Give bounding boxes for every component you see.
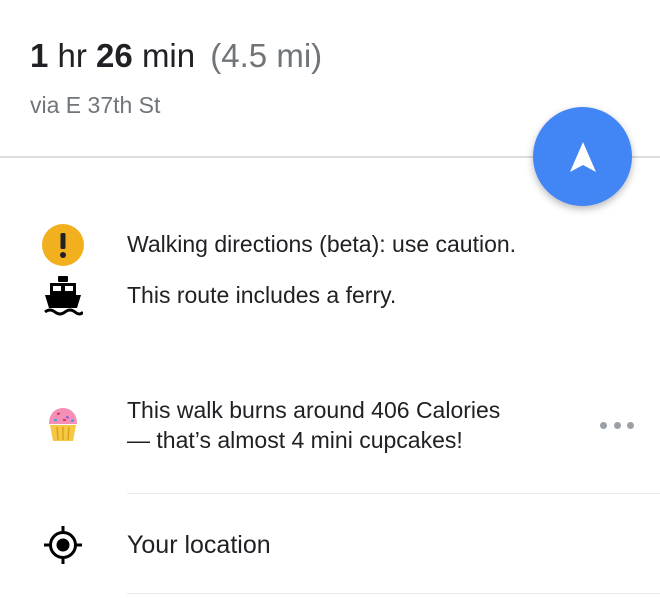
trip-distance: (4.5 mi) — [210, 37, 323, 74]
duration-hours-unit: hr — [57, 37, 87, 74]
step-divider — [127, 493, 660, 494]
calorie-notice: This walk burns around 406 Calories — th… — [0, 393, 660, 459]
calorie-line-2: — that’s almost 4 mini cupcakes! — [127, 427, 463, 453]
navigation-arrow-icon — [569, 141, 596, 172]
start-navigation-button[interactable] — [533, 107, 632, 206]
your-location-label: Your location — [127, 531, 271, 559]
caution-notice: Walking directions (beta): use caution. — [0, 222, 660, 268]
trip-summary: 1 hr 26 min (4.5 mi) — [30, 34, 322, 78]
more-dot — [613, 421, 621, 429]
step-your-location[interactable]: Your location — [0, 521, 660, 569]
duration-hours: 1 — [30, 37, 49, 74]
step-divider — [127, 593, 660, 594]
more-options-button[interactable] — [600, 417, 634, 433]
caution-text: Walking directions (beta): use caution. — [127, 231, 517, 257]
ferry-text: This route includes a ferry. — [127, 282, 397, 308]
duration-minutes-unit: min — [141, 37, 196, 74]
duration-minutes: 26 — [96, 37, 133, 74]
cupcake-icon — [40, 401, 86, 447]
more-horizontal-icon — [600, 421, 607, 429]
ferry-notice: This route includes a ferry. — [0, 274, 660, 320]
calorie-text: This walk burns around 406 Calories — th… — [127, 395, 500, 455]
caution-icon — [40, 222, 86, 268]
directions-panel: 1 hr 26 min (4.5 mi) via E 37th St Walki… — [0, 0, 660, 598]
route-via: via E 37th St — [30, 92, 161, 118]
calorie-line-1: This walk burns around 406 Calories — [127, 397, 501, 423]
ferry-icon — [40, 274, 86, 320]
more-dot — [627, 421, 634, 429]
my-location-icon — [40, 522, 86, 568]
